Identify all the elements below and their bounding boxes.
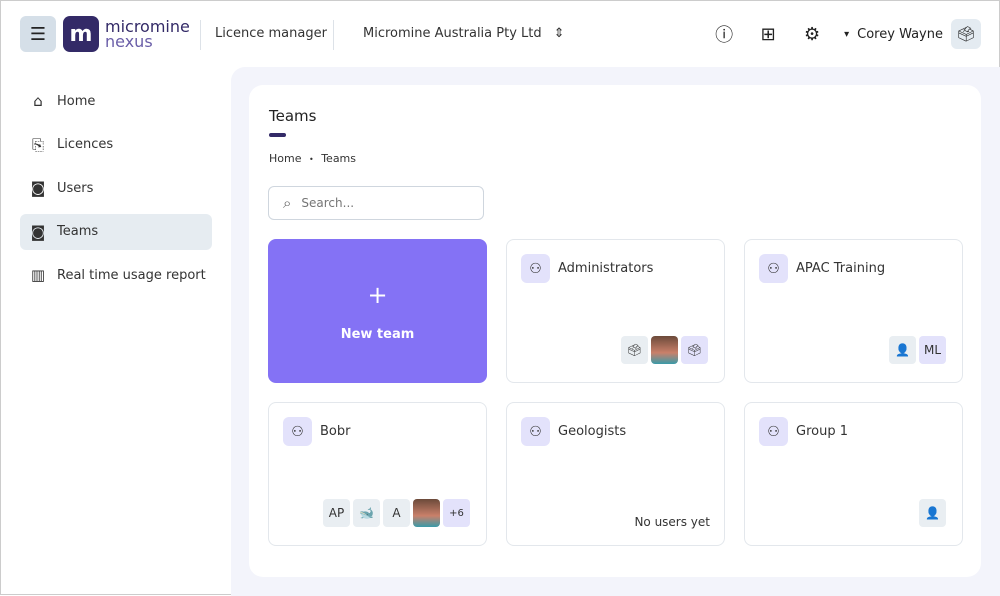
sidebar-item-label: Real time usage report [57,267,206,283]
breadcrumb-current: Teams [321,152,357,165]
sidebar-item-label: Users [57,180,94,196]
chart-icon: ▥ [30,266,46,284]
team-icon: ⚇ [759,417,788,446]
top-bar: ☰ m micromine nexus Licence manager Micro… [1,1,1000,67]
sidebar-item-licences[interactable]: ⎘ Licences [20,127,212,163]
sidebar-item-label: Home [57,93,96,109]
menu-button[interactable]: ☰ [20,16,56,52]
title-underline [269,133,286,137]
gear-icon[interactable]: ⚙ [800,22,824,46]
avatar-photo [651,336,678,364]
apps-grid-icon[interactable]: ⊞ [756,22,780,46]
logo-subtext: nexus [105,32,153,51]
app-name: Licence manager [215,26,327,41]
team-icon: ◙ [30,222,46,241]
avatar-photo [413,499,440,527]
sidebar-item-label: Teams [57,224,99,239]
team-name: APAC Training [796,261,886,276]
sidebar-item-home[interactable]: ⌂ Home [20,83,212,119]
person-icon: 👤 [919,499,946,527]
user-icon: ◙ [30,179,46,197]
sidebar-item-label: Licences [57,137,114,152]
avatar: 🗳 [951,19,981,49]
no-users-text: No users yet [634,515,710,529]
sidebar-item-users[interactable]: ◙ Users [20,170,212,206]
team-card-administrators[interactable]: ⚇ Administrators 🗳 🗳 [506,239,725,383]
avatar: 🐋 [353,499,380,527]
search-box[interactable]: ⌕ [268,186,484,220]
chevron-down-icon: ▾ [844,28,850,40]
plus-icon: + [367,280,388,309]
team-icon: ⚇ [759,254,788,283]
user-name: Corey Wayne [857,26,943,42]
teams-panel: Teams Home • Teams ⌕ + New team ⚇ Administ… [249,85,981,577]
licence-icon: ⎘ [31,135,44,154]
team-card-apac-training[interactable]: ⚇ APAC Training 👤 ML [744,239,963,383]
sidebar: ⌂ Home ⎘ Licences ◙ Users ◙ Teams ▥ Real time… [20,83,212,301]
avatar: 🗳 [621,336,648,364]
more-users-badge: +6 [443,499,470,527]
new-team-label: New team [340,326,415,342]
logo-mark-icon: m [63,16,99,52]
sidebar-item-usage-report[interactable]: ▥ Real time usage report [20,257,212,293]
breadcrumb-separator: • [308,155,314,164]
avatar: AP [323,499,350,527]
user-menu[interactable]: ▾ Corey Wayne 🗳 [844,19,981,49]
team-name: Group 1 [796,424,848,439]
breadcrumb: Home • Teams [269,152,356,165]
org-name: Micromine Australia Pty Ltd [363,26,542,41]
page-title: Teams [269,107,317,125]
team-name: Administrators [558,261,654,276]
avatar: A [383,499,410,527]
chevron-updown-icon: ⇕ [553,26,565,41]
team-card-geologists[interactable]: ⚇ Geologists No users yet [506,402,725,546]
logo[interactable]: m micromine nexus [63,16,190,52]
person-icon: 👤 [889,336,916,364]
team-icon: ⚇ [283,417,312,446]
home-icon: ⌂ [33,92,43,110]
search-input[interactable] [301,196,462,210]
team-card-group-1[interactable]: ⚇ Group 1 👤 [744,402,963,546]
divider [333,20,334,50]
org-selector[interactable]: Micromine Australia Pty Ltd ⇕ [363,26,565,41]
team-card-bobr[interactable]: ⚇ Bobr AP 🐋 A +6 [268,402,487,546]
breadcrumb-home[interactable]: Home [269,152,301,165]
team-icon: ⚇ [521,417,550,446]
new-team-button[interactable]: + New team [268,239,487,383]
avatar: ML [919,336,946,364]
avatar: 🗳 [681,336,708,364]
team-name: Geologists [558,424,627,439]
search-icon: ⌕ [283,194,292,212]
team-name: Bobr [320,424,351,439]
team-icon: ⚇ [521,254,550,283]
help-icon[interactable]: ⓘ [712,22,736,46]
sidebar-item-teams[interactable]: ◙ Teams [20,213,212,250]
divider [200,20,201,50]
